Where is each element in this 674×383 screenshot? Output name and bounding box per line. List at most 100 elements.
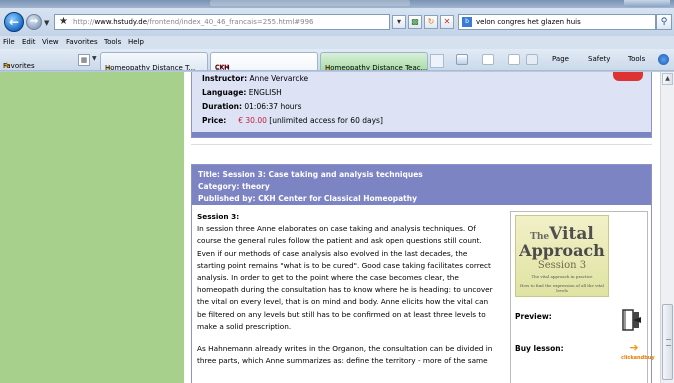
address-dropdown-icon[interactable]: ▾ (392, 15, 406, 29)
address-url: http://www.hstudy.de/frontend/index_40_4… (73, 18, 314, 26)
buy-lesson-label: Buy lesson: (515, 344, 564, 353)
menu-edit[interactable]: Edit (22, 38, 36, 46)
price-label: Price: (202, 116, 227, 125)
scrollbar-grip (666, 339, 671, 346)
scrollbar-thumb[interactable] (662, 304, 673, 380)
favicon-star-icon: ★ (59, 16, 68, 27)
scroll-up-arrow-icon[interactable]: ▲ (662, 73, 673, 85)
text-line: homeopath during the consultation has to… (197, 285, 493, 295)
section-divider (191, 144, 652, 145)
compatibility-view-icon[interactable]: ▩ (408, 15, 422, 29)
session-header: Title: Session 3: Case taking and analys… (192, 165, 651, 205)
description-paragraph-1: In session three Anne elaborates on case… (197, 223, 507, 333)
page-menu[interactable]: Page (552, 55, 569, 63)
text-line: In session three Anne elaborates on case… (197, 224, 476, 234)
duration-value: 01:06:37 hours (244, 102, 302, 111)
tab-ckh[interactable]: CKH CKH (210, 52, 318, 70)
text-line: analysis. In order to get to the point w… (197, 273, 459, 283)
cover-subtitle: The vital approach in practice (531, 274, 593, 279)
price-value: € 30.00 (238, 116, 267, 125)
red-tab[interactable] (613, 72, 643, 81)
lesson-cover-image[interactable]: TheVital Approach Session 3 The vital ap… (515, 215, 609, 297)
clickandbuy-button[interactable]: ➜ clickandbuy (621, 341, 655, 367)
address-bar[interactable]: ★ http://www.hstudy.de/frontend/index_40… (54, 14, 390, 30)
stop-icon[interactable]: ✕ (440, 15, 454, 29)
address-toolbar: ← → ▼ ★ http://www.hstudy.de/frontend/in… (0, 8, 674, 36)
menu-favorites[interactable]: Favorites (66, 38, 98, 46)
window-controls[interactable] (624, 0, 670, 7)
instructor-label: Instructor: (202, 74, 248, 83)
instructor-row: Instructor: Anne Vervarcke (202, 74, 308, 83)
language-value: ENGLISH (248, 88, 282, 97)
tab-label: Homeopathy Distance T... (105, 64, 196, 70)
home-icon[interactable] (456, 54, 468, 65)
price-row: Price: € 30.00 [unlimited access for 60 … (202, 116, 383, 125)
tab-homeopathy-2[interactable]: ★ Homeopathy Distance Teac... (320, 52, 428, 70)
mail-icon[interactable] (508, 54, 520, 65)
back-button[interactable]: ← (4, 12, 24, 32)
url-path: /frontend/index_40_46_francais=255.html#… (147, 18, 314, 26)
safety-menu[interactable]: Safety (588, 55, 610, 63)
tab-homeopathy-1[interactable]: ★ Homeopathy Distance T... × (100, 52, 208, 70)
session-category: Category: theory (198, 182, 270, 191)
buy-arrow-icon: ➜ (629, 341, 639, 354)
duration-row: Duration: 01:06:37 hours (202, 102, 302, 111)
session-description: Session 3: In session three Anne elabora… (197, 211, 507, 377)
vertical-scrollbar[interactable]: ▲ (660, 72, 674, 383)
search-text: velon congres het glazen huis (476, 18, 581, 26)
cover-session: Session 3 (537, 260, 587, 271)
help-icon[interactable] (658, 54, 669, 65)
text-line: be filtered on any levels but still has … (197, 309, 486, 319)
course-info-box: Instructor: Anne Vervarcke Language: ENG… (191, 72, 652, 138)
tools-menu[interactable]: Tools (628, 55, 645, 63)
text-line: Even if our methods of case analysis als… (197, 248, 468, 258)
window-titlebar (0, 0, 674, 8)
preview-door-icon[interactable] (622, 309, 642, 331)
main-content: Instructor: Anne Vervarcke Language: ENG… (184, 72, 660, 383)
lesson-side-panel: TheVital Approach Session 3 The vital ap… (510, 211, 655, 383)
duration-label: Duration: (202, 102, 242, 111)
tab-label: Homeopathy Distance Teac... (325, 64, 428, 70)
cover-tagline: How to find the expression of all the vi… (520, 283, 604, 293)
search-box[interactable]: b velon congres het glazen huis (458, 14, 656, 30)
history-dropdown-icon[interactable]: ▼ (44, 19, 49, 27)
text-line: the vital on every level, that is on min… (197, 297, 489, 307)
session-box: Title: Session 3: Case taking and analys… (191, 164, 655, 383)
text-line: starting point remains "what is to be cu… (197, 260, 491, 270)
cover-approach: Approach (519, 241, 605, 260)
text-line: As Hahnemann already writes in the Organ… (197, 344, 493, 354)
menu-tools[interactable]: Tools (104, 38, 121, 46)
left-sidebar (0, 72, 184, 383)
session-title: Title: Session 3: Case taking and analys… (198, 170, 423, 179)
price-note: [unlimited access for 60 days] (269, 116, 383, 125)
search-icon[interactable]: ⚲ (656, 14, 672, 30)
preview-label: Preview: (515, 312, 552, 321)
session-name: Session 3: (197, 212, 240, 221)
search-provider-icon: b (462, 17, 472, 27)
tab-close-icon[interactable]: × (108, 59, 114, 70)
window-title (210, 0, 410, 6)
tab-list-dropdown-icon[interactable]: ▼ (92, 55, 97, 62)
url-host: www.hstudy.de (94, 18, 148, 26)
page-viewport: Instructor: Anne Vervarcke Language: ENG… (0, 72, 660, 383)
forward-button[interactable]: → (26, 14, 42, 30)
text-line: make a solid prescription. (197, 321, 292, 331)
menu-file[interactable]: File (3, 38, 15, 46)
print-icon[interactable] (526, 54, 538, 65)
favorites-bar: ★ Favorites ▦ ▼ ★ Homeopathy Distance T.… (0, 49, 674, 71)
quick-tabs-icon[interactable]: ▦ (78, 54, 90, 66)
text-line: three parts, which Anne summarizes as: d… (197, 356, 488, 366)
new-tab-button[interactable] (430, 54, 444, 68)
language-row: Language: ENGLISH (202, 88, 282, 97)
session-publisher: Published by: CKH Center for Classical H… (198, 194, 417, 203)
menu-help[interactable]: Help (128, 38, 144, 46)
info-box-bottom-bar (192, 132, 651, 137)
url-prefix: http:// (73, 18, 95, 26)
instructor-value: Anne Vervarcke (249, 74, 309, 83)
clickandbuy-logo-text: clickandbuy (621, 355, 655, 361)
feeds-icon[interactable] (482, 54, 494, 65)
text-line: course the general rules follow the pati… (197, 236, 482, 246)
menu-bar: File Edit View Favorites Tools Help (0, 36, 674, 49)
refresh-icon[interactable]: ↻ (424, 15, 438, 29)
menu-view[interactable]: View (42, 38, 59, 46)
